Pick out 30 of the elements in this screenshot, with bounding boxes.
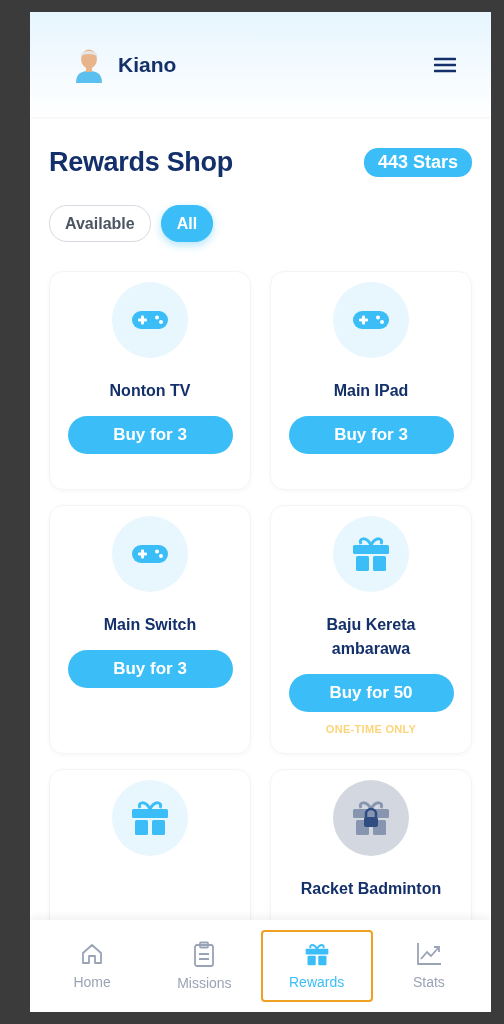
buy-button[interactable]: Buy for 3 [67,416,233,454]
nav-tab[interactable]: Rewards [260,930,373,1002]
clipboard-icon [193,941,216,967]
reward-name: Racket Badminton [299,879,443,899]
reward-name: Main Switch [102,615,198,635]
stars-badge: 443 Stars [363,148,472,177]
gamepad-icon [352,309,390,331]
home-icon [80,942,105,966]
nav-tab[interactable]: Stats [372,930,485,1002]
gift-icon [352,536,390,572]
gamepad-icon [131,543,169,565]
reward-name: Baju Kereta ambarawa [325,615,417,659]
nav-tab[interactable]: Missions [148,930,261,1002]
user-name: Kiano [118,52,178,77]
reward-name: Main IPad [332,381,410,401]
filter-chip[interactable]: All [160,205,214,242]
nav-tab[interactable]: Home [36,930,149,1002]
buy-button[interactable]: Buy for 3 [67,650,233,688]
page-title: Rewards Shop [49,147,233,178]
filter-chip[interactable]: Available [49,205,151,242]
menu-icon[interactable] [434,56,456,73]
buy-button[interactable]: Buy for 50 [288,674,454,712]
one-time-note: ONE-TIME ONLY [325,723,417,735]
gift-icon [131,800,169,836]
locked-gift-icon [352,800,390,836]
buy-button[interactable]: Buy for 3 [288,416,454,454]
gift-icon [304,942,329,966]
chart-icon [415,942,442,966]
gamepad-icon [131,309,169,331]
reward-name: Nonton TV [108,381,192,401]
